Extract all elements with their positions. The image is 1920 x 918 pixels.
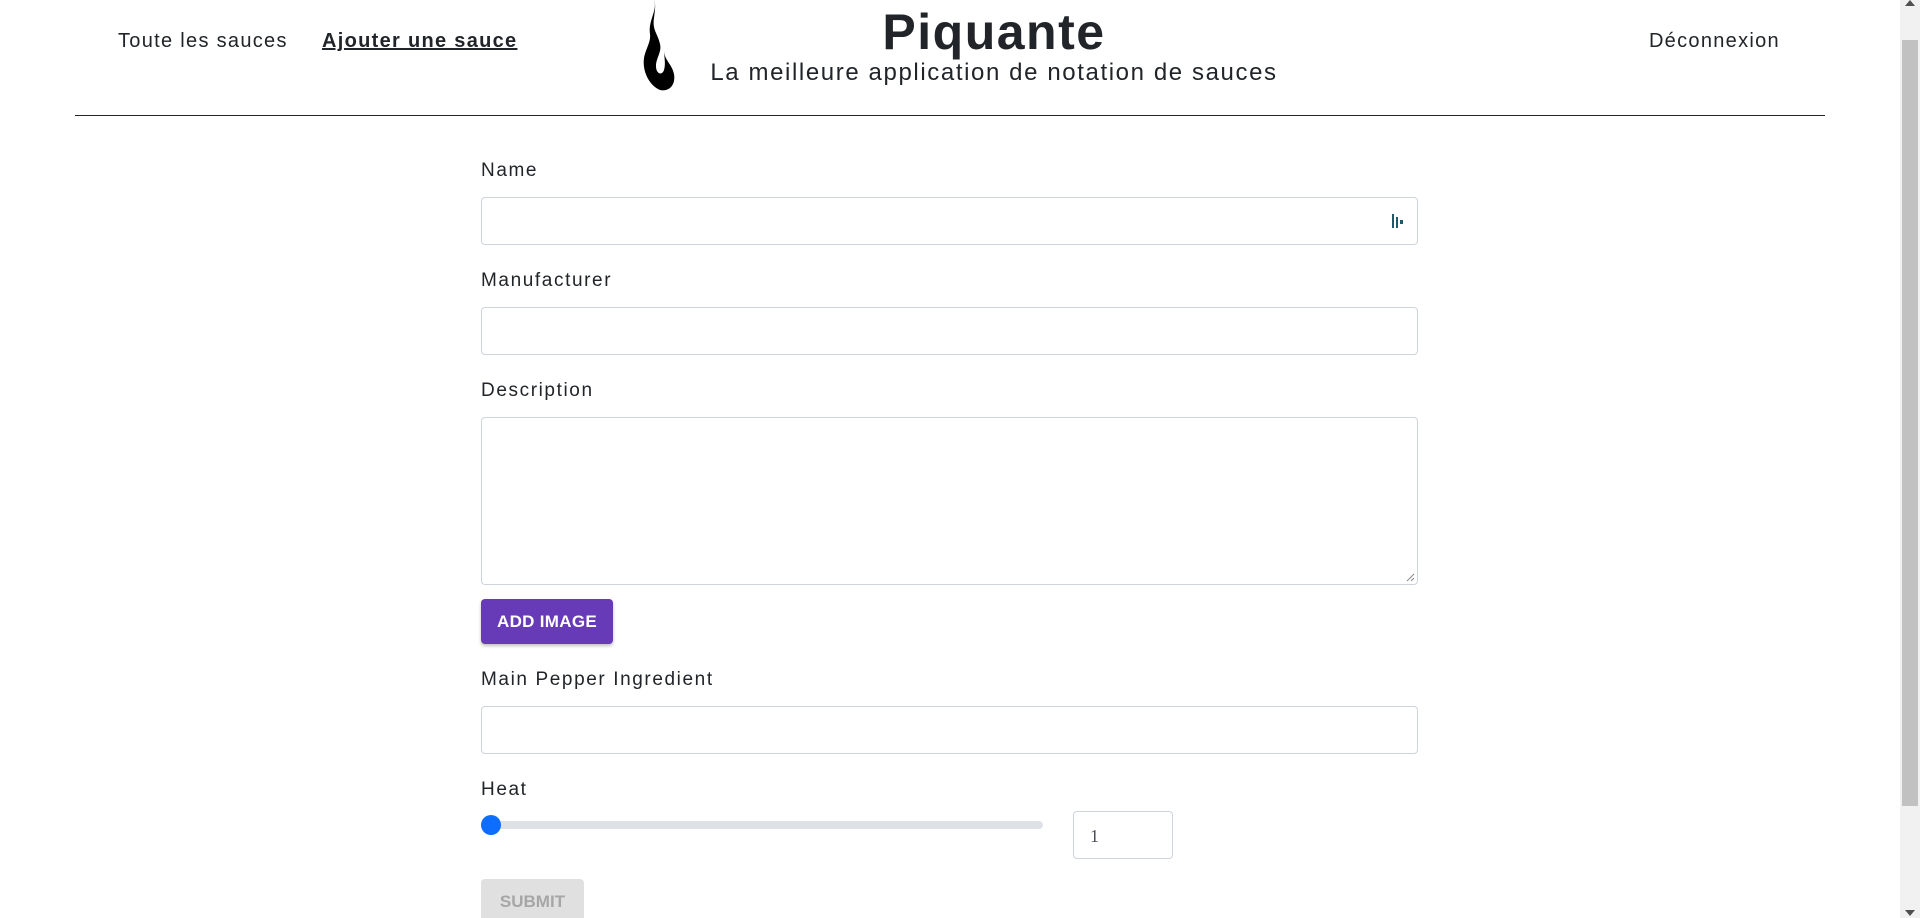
heat-number-input[interactable]: 1 <box>1073 811 1173 859</box>
add-sauce-form: Name Manufacturer Description <box>481 155 1418 585</box>
scrollbar-thumb[interactable] <box>1902 40 1918 806</box>
submit-button[interactable]: SUBMIT <box>481 879 584 918</box>
name-label: Name <box>481 160 539 181</box>
name-input[interactable] <box>481 197 1418 245</box>
header: Toute les sauces Ajouter une sauce Piqua… <box>75 0 1825 116</box>
password-manager-icon[interactable] <box>1391 212 1405 230</box>
manufacturer-label: Manufacturer <box>481 270 613 291</box>
heat-slider-thumb[interactable] <box>481 815 501 835</box>
resize-handle-icon[interactable] <box>1405 572 1415 582</box>
description-label: Description <box>481 380 594 401</box>
scroll-up-arrow-icon[interactable] <box>1905 0 1915 6</box>
manufacturer-input[interactable] <box>481 307 1418 355</box>
heat-label: Heat <box>481 779 528 800</box>
logout-link[interactable]: Déconnexion <box>1649 30 1780 53</box>
app-subtitle: La meilleure application de notation de … <box>710 59 1278 86</box>
heat-slider-track[interactable] <box>481 821 1043 829</box>
description-textarea[interactable] <box>481 417 1418 585</box>
pepper-input[interactable] <box>481 706 1418 754</box>
page-scrollbar[interactable] <box>1900 0 1920 918</box>
scroll-down-arrow-icon[interactable] <box>1905 910 1915 916</box>
add-image-button[interactable]: ADD IMAGE <box>481 599 613 644</box>
pepper-section: Main Pepper Ingredient Heat <box>481 664 1418 806</box>
app-title: Piquante <box>882 4 1106 60</box>
pepper-label: Main Pepper Ingredient <box>481 669 714 690</box>
